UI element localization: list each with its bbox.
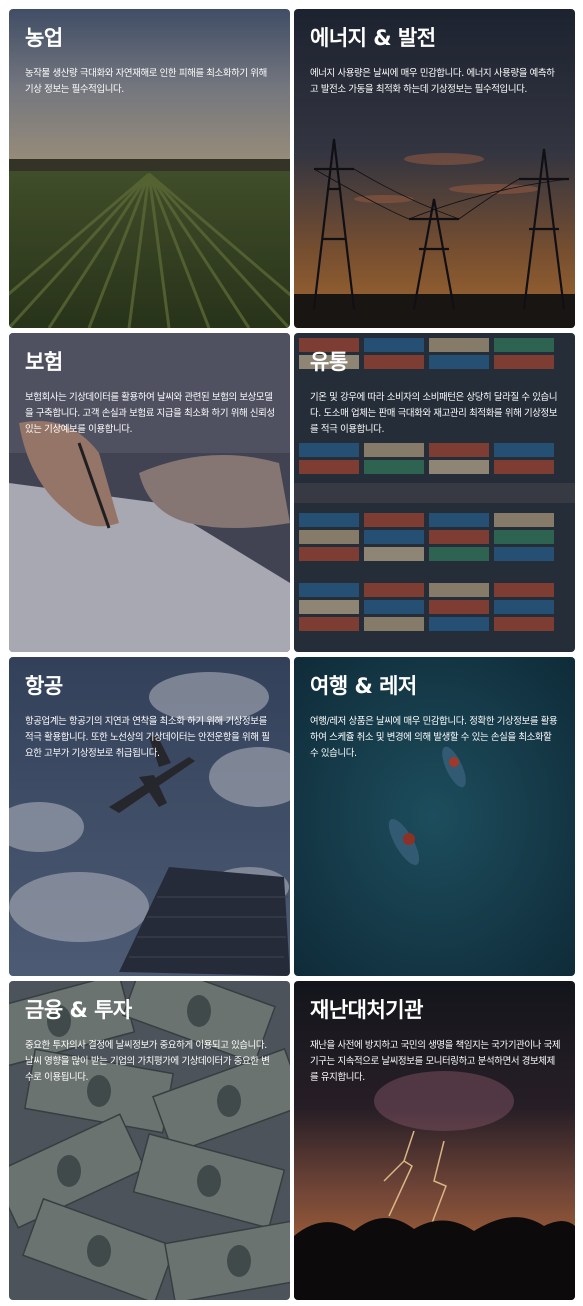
card-description: 기온 및 강우에 따라 소비자의 소비패턴은 상당히 달라질 수 있습니다. 도… bbox=[310, 392, 558, 435]
card-title: 에너지 & 발전 bbox=[310, 26, 436, 50]
card-description: 중요한 투자의사 결정에 날씨정보가 중요하게 이용되고 있습니다. 날씨 영향… bbox=[25, 1040, 270, 1083]
card-agriculture[interactable]: 농업 농작물 생산량 극대화와 자연재해로 인한 피해를 최소화하기 위해 기상… bbox=[9, 9, 290, 328]
card-title: 재난대처기관 bbox=[310, 998, 423, 1022]
card-insurance[interactable]: 보험 보험회사는 기상데이터를 활용하여 날씨와 관련된 보험의 보상모델을 구… bbox=[9, 333, 290, 652]
card-title: 보험 bbox=[25, 350, 63, 374]
card-description: 재난을 사전에 방지하고 국민의 생명을 책임지는 국가기관이나 국제기구는 지… bbox=[310, 1040, 561, 1083]
card-description: 항공업계는 항공기의 지연과 연착을 최소화 하기 위해 기상정보를 적극 활용… bbox=[25, 716, 270, 759]
card-description: 보험회사는 기상데이터를 활용하여 날씨와 관련된 보험의 보상모델을 구축합니… bbox=[25, 392, 275, 435]
card-description: 농작물 생산량 극대화와 자연재해로 인한 피해를 최소화하기 위해 기상 정보… bbox=[25, 68, 267, 95]
card-title: 농업 bbox=[25, 26, 63, 50]
card-aviation[interactable]: 항공 항공업계는 항공기의 지연과 연착을 최소화 하기 위해 기상정보를 적극… bbox=[9, 657, 290, 976]
card-title: 여행 & 레저 bbox=[310, 674, 417, 698]
card-distribution[interactable]: 유통 기온 및 강우에 따라 소비자의 소비패턴은 상당히 달라질 수 있습니다… bbox=[294, 333, 575, 652]
card-description: 여행/레저 상품은 날씨에 매우 민감합니다. 정확한 기상정보를 활용하여 스… bbox=[310, 716, 558, 759]
card-travel-leisure[interactable]: 여행 & 레저 여행/레저 상품은 날씨에 매우 민감합니다. 정확한 기상정보… bbox=[294, 657, 575, 976]
card-energy[interactable]: 에너지 & 발전 에너지 사용량은 날씨에 매우 민감합니다. 에너지 사용량을… bbox=[294, 9, 575, 328]
card-description: 에너지 사용량은 날씨에 매우 민감합니다. 에너지 사용량을 예측하고 발전소… bbox=[310, 68, 555, 95]
card-title: 금융 & 투자 bbox=[25, 998, 132, 1022]
card-disaster-response[interactable]: 재난대처기관 재난을 사전에 방지하고 국민의 생명을 책임지는 국가기관이나 … bbox=[294, 981, 575, 1300]
card-title: 항공 bbox=[25, 674, 63, 698]
card-title: 유통 bbox=[310, 350, 348, 374]
card-finance[interactable]: 금융 & 투자 중요한 투자의사 결정에 날씨정보가 중요하게 이용되고 있습니… bbox=[9, 981, 290, 1300]
